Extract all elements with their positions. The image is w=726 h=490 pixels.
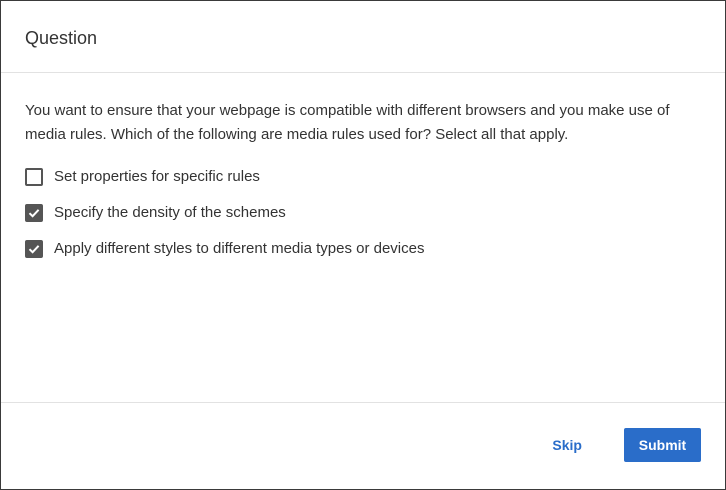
question-dialog: Question You want to ensure that your we… xyxy=(0,0,726,490)
checkbox-option-2[interactable] xyxy=(25,204,43,222)
dialog-body: You want to ensure that your webpage is … xyxy=(1,73,725,403)
answer-option-3[interactable]: Apply different styles to different medi… xyxy=(25,231,701,267)
answer-option-label: Specify the density of the schemes xyxy=(54,204,286,221)
skip-button[interactable]: Skip xyxy=(552,433,582,457)
answer-options: Set properties for specific rules Specif… xyxy=(25,159,701,267)
answer-option-label: Apply different styles to different medi… xyxy=(54,240,425,257)
answer-option-label: Set properties for specific rules xyxy=(54,168,260,185)
dialog-header: Question xyxy=(1,1,725,73)
dialog-footer: Skip Submit xyxy=(1,403,725,489)
answer-option-1[interactable]: Set properties for specific rules xyxy=(25,159,701,195)
checkmark-icon xyxy=(28,245,40,254)
answer-option-2[interactable]: Specify the density of the schemes xyxy=(25,195,701,231)
submit-button[interactable]: Submit xyxy=(624,428,701,462)
checkmark-icon xyxy=(28,209,40,218)
checkbox-option-1[interactable] xyxy=(25,168,43,186)
dialog-title: Question xyxy=(25,28,98,48)
question-prompt: You want to ensure that your webpage is … xyxy=(25,102,670,143)
checkbox-option-3[interactable] xyxy=(25,240,43,258)
